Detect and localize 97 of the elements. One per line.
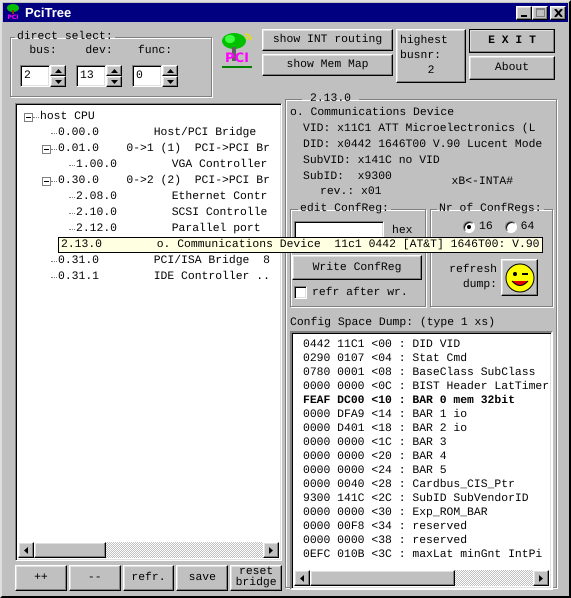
checkbox-label: refr after wr. [312,286,408,298]
toolbar-button[interactable]: show Mem Map [262,54,393,76]
tree-item[interactable]: 0.00.0 Host/PCI Bridge [58,127,256,139]
down-arrow-icon [110,80,118,84]
field-label: bus: [29,45,57,57]
number-field[interactable]: 0 [132,65,162,87]
dump-line: 0290 0107 <04 : Stat Cmd [303,352,468,366]
horizontal-scrollbar[interactable] [18,542,279,558]
right-arrow-icon [539,574,544,582]
unit-label: hex [392,225,413,237]
collapse-toggle[interactable] [42,144,51,154]
left-arrow-icon [24,546,28,554]
smiley-icon [504,262,534,292]
dump-line: 0000 0000 <20 : BAR 4 [303,450,448,464]
radio-label: 64 [520,221,534,233]
left-arrow-icon [300,574,304,582]
dump-line: 0442 11C1 <00 : DID VID [303,338,462,352]
dump-line: 0000 0000 <38 : reserved [303,534,468,548]
refresh-label: refresh dump: [448,262,497,292]
dump-line: 0000 D401 <18 : BAR 2 io [303,422,468,436]
dump-line: 0000 0000 <24 : BAR 5 [303,464,448,478]
up-arrow-icon [110,68,118,72]
dump-line: 0000 0040 <28 : Cardbus_CIS_Ptr [303,478,516,492]
close-icon [554,8,562,16]
tooltip: 2.13.0 o. Communications Device 11c1 0442 [AT&T] 1646T00: V.90 [58,237,542,253]
collapse-toggle[interactable] [42,176,51,186]
spin-up-button[interactable] [50,65,66,76]
maximize-button[interactable] [532,6,548,20]
revision-text: rev.: x01 [319,185,382,200]
field-label: func: [138,45,172,57]
device-info-line: SubID: x9300 [302,170,392,185]
dialog-button[interactable]: E X I T [469,29,555,53]
spin-up-button[interactable] [106,65,122,76]
tree-item[interactable]: host CPU [40,111,95,123]
tree-item[interactable]: 2.10.0 SCSI Controlle [76,207,268,219]
up-arrow-icon [166,68,174,72]
tree-item[interactable]: 0.31.1 IDE Controller .. [58,271,270,283]
right-arrow-icon [269,546,273,554]
spin-down-button[interactable] [50,76,66,87]
horizontal-scrollbar[interactable] [294,570,550,586]
refresh-dump-button[interactable] [501,259,538,296]
maximize-icon [536,8,544,17]
interrupt-text: xB<-INTA# [452,175,514,190]
dump-line: FEAF DC00 <10 : BAR 0 mem 32bit [303,394,516,408]
dump-line: 0000 0000 <1C : BAR 3 [303,436,448,450]
checkbox[interactable] [294,286,307,299]
dump-line: 0780 0001 <08 : BaseClass SubClass [303,366,536,380]
tree-item[interactable]: 1.00.0 VGA Controller [76,159,268,171]
device-info-line: VID: x11C1 ATT Microelectronics (L [302,122,536,137]
window-title: PciTree [25,5,72,20]
up-arrow-icon [54,68,62,72]
minimize-button[interactable] [516,6,532,20]
tree-button[interactable]: ++ [15,565,67,591]
close-button[interactable] [550,6,566,20]
number-field[interactable]: 2 [20,65,50,87]
dump-line: 0000 0000 <0C : BIST Header LatTimer [303,380,550,394]
tree-item[interactable]: 0.31.0 PCI/ISA Bridge 8 [58,255,270,267]
dump-line: 0EFC 010B <3C : maxLat minGnt IntPi [303,548,544,562]
tree-button[interactable]: -- [68,565,121,591]
group-title: Nr of ConfRegs: [438,203,543,215]
tree-item[interactable]: 0.01.0 0->1 (1) PCI->PCI Br [58,143,270,155]
radio-button[interactable] [504,221,517,233]
spin-up-button[interactable] [162,65,178,76]
write-confreg-button[interactable]: Write ConfReg [292,255,422,280]
tree-button[interactable]: reset bridge [230,565,282,591]
busnr-label: highest busnr: [400,34,449,64]
collapse-toggle[interactable] [24,112,33,122]
dump-line: 0000 DFA9 <14 : BAR 1 io [303,408,468,422]
dump-line: 0000 0000 <30 : Exp_ROM_BAR [303,506,489,520]
field-label: dev: [85,45,113,57]
device-info-line: DID: x0442 1646T00 V.90 Lucent Mode [302,138,542,153]
device-name: o. Communications Device [290,106,454,121]
tree-button[interactable]: save [176,565,228,591]
tree-item[interactable]: 2.08.0 Ethernet Contr [76,191,268,203]
toolbar-button[interactable]: show INT routing [262,29,393,51]
radio-button[interactable] [463,221,475,233]
logo-text: PCI [225,51,249,66]
group-title: edit ConfReg: [299,203,390,215]
group-title: direct select: [16,31,114,43]
spin-down-button[interactable] [106,76,122,87]
tree-icon [220,31,254,61]
down-arrow-icon [166,80,174,84]
dialog-button[interactable]: About [469,56,555,80]
minimize-icon [521,14,527,16]
dump-title: Config Space Dump: (type 1 xs) [290,316,496,331]
tree-item[interactable]: 2.12.0 Parallel port [76,223,261,235]
device-info-line: SubVID: x141C no VID [302,154,440,169]
busnr-value: 2 [426,64,436,79]
device-address: 2.13.0 [309,93,352,105]
down-arrow-icon [54,80,62,84]
radio-label: 16 [479,221,493,233]
spin-down-button[interactable] [162,76,178,87]
dump-line: 0000 00F8 <34 : reserved [303,520,468,534]
number-field[interactable]: 13 [76,65,106,87]
tree-item[interactable]: 0.30.0 0->2 (2) PCI->PCI Br [58,175,270,187]
dump-line: 9300 141C <2C : SubID SubVendorID [303,492,530,506]
tree-button[interactable]: refr. [122,565,174,591]
